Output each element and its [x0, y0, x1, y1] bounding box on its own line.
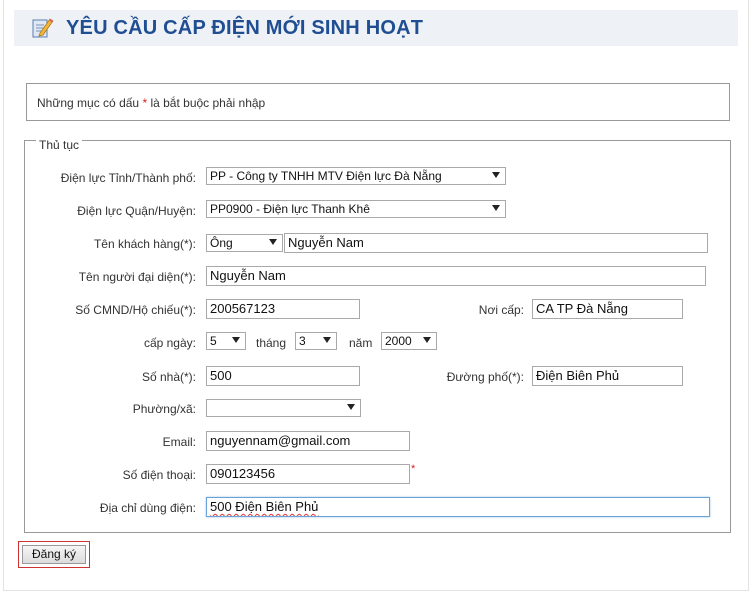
id-number-input[interactable]: 200567123 — [206, 299, 360, 319]
chevron-down-icon — [269, 239, 277, 245]
required-star: * — [142, 96, 148, 110]
notice-prefix: Những mục có dấu — [37, 96, 140, 110]
chevron-down-icon — [492, 172, 500, 178]
id-number-label: Số CMND/Hộ chiếu(*): — [75, 303, 196, 317]
chevron-down-icon — [423, 337, 431, 343]
service-address-value: 500 Điện Biên Phủ — [210, 499, 319, 514]
district-power-value: PP0900 - Điện lực Thanh Khê — [210, 202, 370, 216]
submit-button-focus-ring: Đăng ký — [18, 541, 90, 568]
province-power-select[interactable]: PP - Công ty TNHH MTV Điện lực Đà Nẵng — [206, 167, 506, 185]
issue-day-value: 5 — [210, 334, 217, 348]
form-edit-icon — [32, 18, 54, 38]
notice-suffix: là bắt buộc phải nhập — [150, 96, 266, 110]
month-label: tháng — [256, 336, 287, 350]
chevron-down-icon — [323, 337, 331, 343]
province-power-value: PP - Công ty TNHH MTV Điện lực Đà Nẵng — [210, 169, 442, 183]
district-power-select[interactable]: PP0900 - Điện lực Thanh Khê — [206, 200, 506, 218]
issue-place-input[interactable]: CA TP Đà Nẵng — [532, 299, 683, 319]
procedure-legend: Thủ tục — [36, 138, 83, 152]
year-label: năm — [349, 336, 373, 350]
required-notice: Những mục có dấu * là bắt buộc phải nhập — [26, 83, 730, 121]
street-label: Đường phố(*): — [446, 370, 524, 384]
customer-title-value: Ông — [210, 236, 233, 250]
customer-name-input[interactable]: Nguyễn Nam — [284, 233, 708, 253]
email-label: Email: — [162, 435, 196, 449]
required-notice-text: Những mục có dấu * là bắt buộc phải nhập — [37, 96, 265, 110]
phone-label: Số điện thoại: — [122, 468, 196, 482]
issue-day-select[interactable]: 5 — [206, 332, 246, 350]
issue-month-select[interactable]: 3 — [295, 332, 337, 350]
customer-title-select[interactable]: Ông — [206, 234, 283, 252]
ward-label: Phường/xã: — [132, 402, 196, 416]
phone-required-star: * — [411, 463, 416, 475]
issue-month-value: 3 — [299, 334, 306, 348]
customer-name-label: Tên khách hàng(*): — [93, 237, 196, 251]
issue-date-label: cấp ngày: — [143, 336, 196, 350]
service-address-input[interactable]: 500 Điện Biên Phủ — [206, 497, 710, 517]
register-button[interactable]: Đăng ký — [22, 545, 86, 564]
chevron-down-icon — [232, 337, 240, 343]
phone-input[interactable]: 090123456 — [206, 464, 410, 484]
province-power-label: Điện lực Tỉnh/Thành phố: — [60, 171, 196, 185]
email-input[interactable]: nguyennam@gmail.com — [206, 431, 410, 451]
house-number-input[interactable]: 500 — [206, 366, 360, 386]
page-title: YÊU CẦU CẤP ĐIỆN MỚI SINH HOẠT — [66, 17, 424, 39]
representative-input[interactable]: Nguyễn Nam — [206, 266, 706, 286]
chevron-down-icon — [347, 404, 355, 410]
service-address-label: Địa chỉ dùng điện: — [99, 501, 196, 515]
district-power-label: Điện lực Quận/Huyện: — [77, 204, 196, 218]
issue-place-label: Nơi cấp: — [478, 303, 524, 317]
issue-year-select[interactable]: 2000 — [381, 332, 437, 350]
page-header: YÊU CẦU CẤP ĐIỆN MỚI SINH HOẠT — [14, 10, 738, 46]
ward-select[interactable] — [206, 399, 361, 417]
street-input[interactable]: Điện Biên Phủ — [532, 366, 683, 386]
house-number-label: Số nhà(*): — [141, 370, 196, 384]
chevron-down-icon — [492, 205, 500, 211]
representative-label: Tên người đại diện(*): — [78, 270, 196, 284]
issue-year-value: 2000 — [385, 334, 412, 348]
